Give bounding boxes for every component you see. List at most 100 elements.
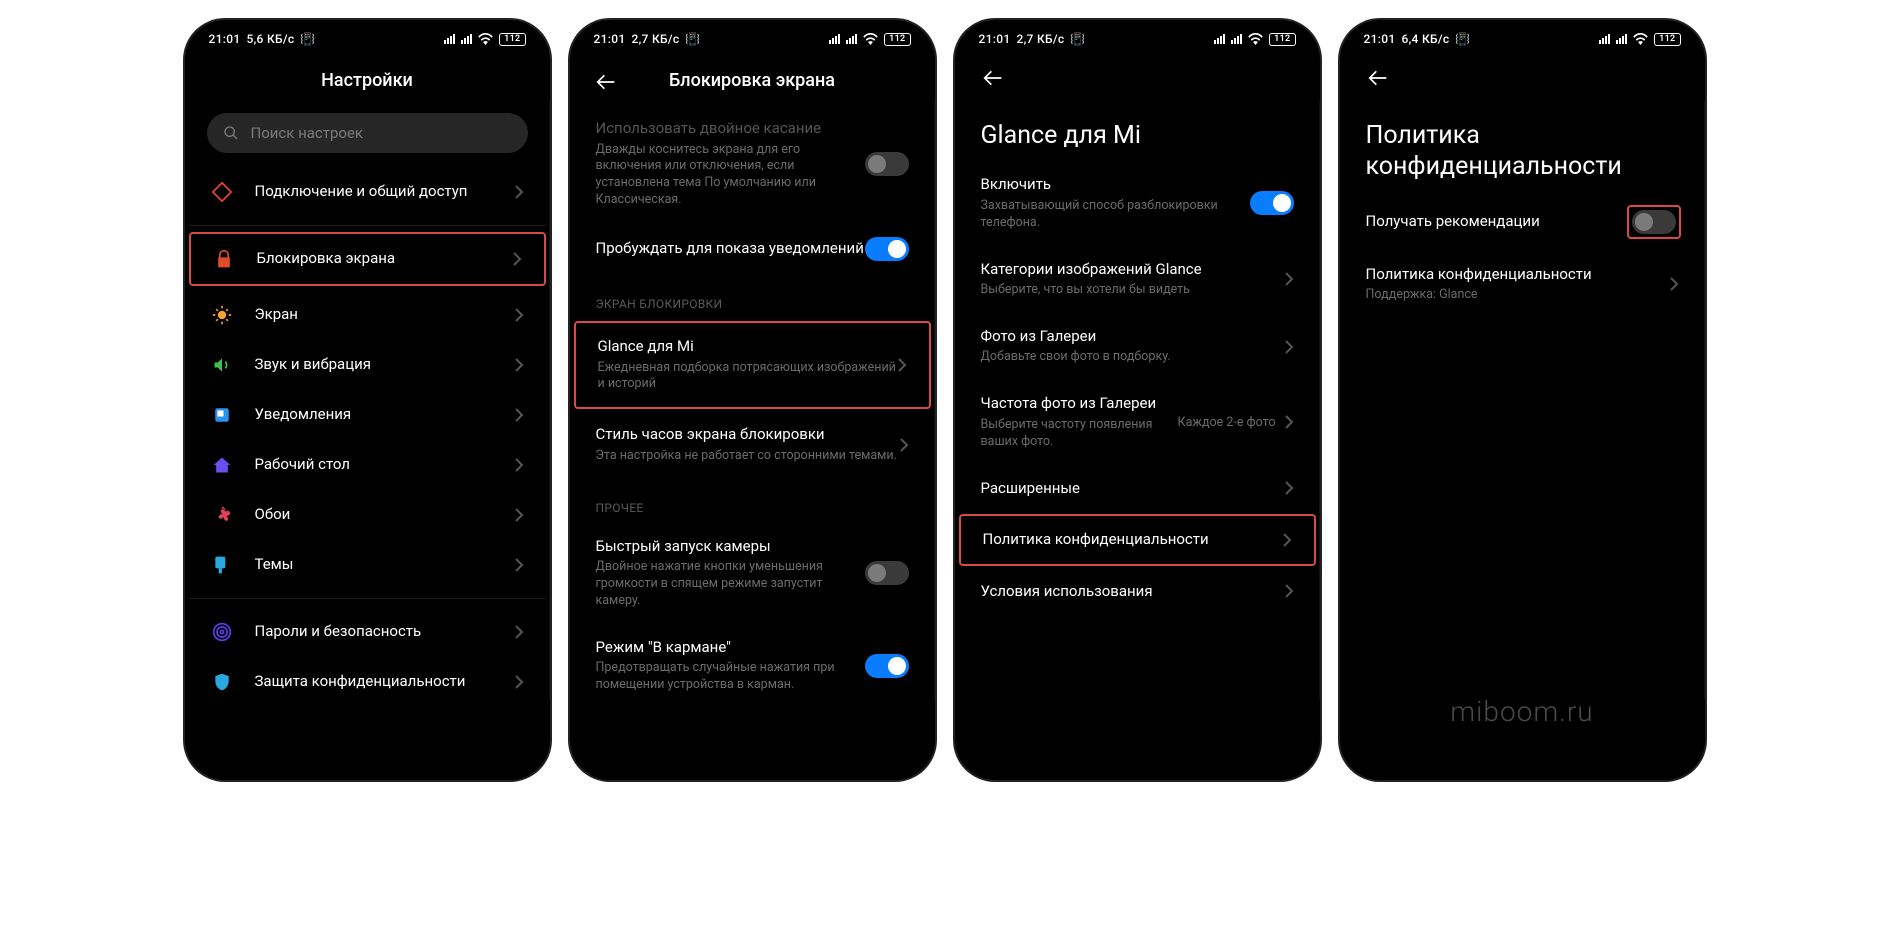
- toggle-recommendations[interactable]: [1632, 210, 1676, 234]
- battery-icon: 112: [1269, 33, 1295, 46]
- battery-icon: 112: [884, 33, 910, 46]
- speaker-icon: [211, 354, 233, 376]
- toggle-quick-camera[interactable]: [865, 561, 909, 585]
- chevron-right-icon: [514, 185, 524, 199]
- toggle-double-tap[interactable]: [865, 152, 909, 176]
- status-bar: 21:01 2,7 КБ/с 📳 112: [959, 24, 1316, 54]
- battery-icon: 112: [499, 33, 525, 46]
- setting-clock-style[interactable]: Стиль часов экрана блокировки Эта настро…: [574, 411, 931, 478]
- chevron-right-icon: [1284, 272, 1294, 286]
- header: Блокировка экрана: [574, 54, 931, 105]
- toggle-wake-notifications[interactable]: [865, 237, 909, 261]
- wifi-icon: [478, 33, 493, 45]
- toggle-enable-glance[interactable]: [1250, 191, 1294, 215]
- setting-double-tap[interactable]: Использовать двойное касание Дважды косн…: [574, 105, 931, 223]
- back-button[interactable]: [1366, 66, 1390, 90]
- toggle-pocket-mode[interactable]: [865, 654, 909, 678]
- chevron-right-icon: [899, 438, 909, 452]
- settings-list: Включить Захватывающий способ разблокиро…: [959, 161, 1316, 776]
- settings-item-wallpaper[interactable]: Обои: [189, 490, 546, 540]
- lock-icon: [213, 248, 235, 270]
- brush-icon: [211, 554, 233, 576]
- chevron-right-icon: [514, 308, 524, 322]
- phone-3: 21:01 2,7 КБ/с 📳 112 Glance для Mi Включ…: [955, 20, 1320, 780]
- status-time: 21:01: [594, 32, 626, 46]
- page-title: Политика конфиденциальности: [1344, 90, 1701, 193]
- setting-wake-notifications[interactable]: Пробуждать для показа уведомлений: [574, 223, 931, 275]
- setting-gallery-photos[interactable]: Фото из Галереи Добавьте свои фото в под…: [959, 313, 1316, 380]
- signal-icon: [444, 34, 455, 44]
- flower-icon: [211, 504, 233, 526]
- settings-item-lock-screen[interactable]: Блокировка экрана: [191, 234, 544, 284]
- back-button[interactable]: [981, 66, 1005, 90]
- vibrate-icon: 📳: [1070, 32, 1085, 46]
- setting-privacy-policy[interactable]: Политика конфиденциальности: [961, 516, 1314, 564]
- header: Настройки: [189, 54, 546, 105]
- settings-item-sound[interactable]: Звук и вибрация: [189, 340, 546, 390]
- battery-icon: 112: [1654, 33, 1680, 46]
- chevron-right-icon: [514, 675, 524, 689]
- signal-icon: [1214, 34, 1225, 44]
- settings-item-privacy[interactable]: Защита конфиденциальности: [189, 657, 546, 707]
- notification-icon: [211, 404, 233, 426]
- setting-terms-of-use[interactable]: Условия использования: [959, 568, 1316, 616]
- vibrate-icon: 📳: [1455, 32, 1470, 46]
- chevron-right-icon: [514, 625, 524, 639]
- chevron-right-icon: [514, 458, 524, 472]
- phone-4: 21:01 6,4 КБ/с 📳 112 Политика конфиденци…: [1340, 20, 1705, 780]
- chevron-right-icon: [1284, 584, 1294, 598]
- setting-categories[interactable]: Категории изображений Glance Выберите, ч…: [959, 246, 1316, 313]
- status-speed: 6,4 КБ/с: [1401, 32, 1449, 46]
- status-speed: 2,7 КБ/с: [631, 32, 679, 46]
- chevron-right-icon: [514, 558, 524, 572]
- chevron-right-icon: [1284, 481, 1294, 495]
- setting-pocket-mode[interactable]: Режим "В кармане" Предотвращать случайны…: [574, 624, 931, 708]
- shield-icon: [211, 671, 233, 693]
- settings-item-connection-share[interactable]: Подключение и общий доступ: [189, 167, 546, 217]
- signal-icon: [1616, 34, 1627, 44]
- phone-1: 21:01 5,6 КБ/с 📳 112 Настройки Поиск нас…: [185, 20, 550, 780]
- wifi-icon: [863, 33, 878, 45]
- signal-icon: [1599, 34, 1610, 44]
- status-time: 21:01: [209, 32, 241, 46]
- page-title: Glance для Mi: [959, 90, 1316, 161]
- chevron-right-icon: [512, 252, 522, 266]
- status-bar: 21:01 2,7 КБ/с 📳 112: [574, 24, 931, 54]
- settings-list: Использовать двойное касание Дважды косн…: [574, 105, 931, 776]
- chevron-right-icon: [514, 358, 524, 372]
- settings-item-passwords-security[interactable]: Пароли и безопасность: [189, 607, 546, 657]
- setting-receive-recommendations[interactable]: Получать рекомендации: [1344, 193, 1701, 251]
- signal-icon: [461, 34, 472, 44]
- chevron-right-icon: [514, 508, 524, 522]
- signal-icon: [1231, 34, 1242, 44]
- status-bar: 21:01 6,4 КБ/с 📳 112: [1344, 24, 1701, 54]
- search-input[interactable]: Поиск настроек: [207, 113, 528, 153]
- settings-item-themes[interactable]: Темы: [189, 540, 546, 590]
- back-button[interactable]: [594, 70, 618, 94]
- setting-advanced[interactable]: Расширенные: [959, 465, 1316, 513]
- setting-glance-mi[interactable]: Glance для Mi Ежедневная подборка потряс…: [576, 323, 929, 407]
- status-speed: 5,6 КБ/с: [246, 32, 294, 46]
- status-time: 21:01: [1364, 32, 1396, 46]
- vibrate-icon: 📳: [300, 32, 315, 46]
- settings-item-home-screen[interactable]: Рабочий стол: [189, 440, 546, 490]
- status-speed: 2,7 КБ/с: [1016, 32, 1064, 46]
- setting-gallery-frequency[interactable]: Частота фото из Галереи Выберите частоту…: [959, 380, 1316, 464]
- settings-list: Получать рекомендации Политика конфиденц…: [1344, 193, 1701, 777]
- section-other: ПРОЧЕЕ: [574, 479, 931, 523]
- chevron-right-icon: [1284, 415, 1294, 429]
- settings-item-notifications[interactable]: Уведомления: [189, 390, 546, 440]
- wifi-icon: [1248, 33, 1263, 45]
- section-lock-screen: ЭКРАН БЛОКИРОВКИ: [574, 275, 931, 319]
- settings-item-display[interactable]: Экран: [189, 290, 546, 340]
- search-icon: [223, 125, 239, 141]
- fingerprint-icon: [211, 621, 233, 643]
- settings-list: Подключение и общий доступ Блокировка эк…: [189, 167, 546, 776]
- chevron-right-icon: [1284, 340, 1294, 354]
- page-title: Блокировка экрана: [594, 70, 911, 91]
- setting-enable[interactable]: Включить Захватывающий способ разблокиро…: [959, 161, 1316, 245]
- setting-quick-camera[interactable]: Быстрый запуск камеры Двойное нажатие кн…: [574, 523, 931, 624]
- signal-icon: [829, 34, 840, 44]
- setting-privacy-policy[interactable]: Политика конфиденциальности Поддержка: G…: [1344, 251, 1701, 318]
- sun-icon: [211, 304, 233, 326]
